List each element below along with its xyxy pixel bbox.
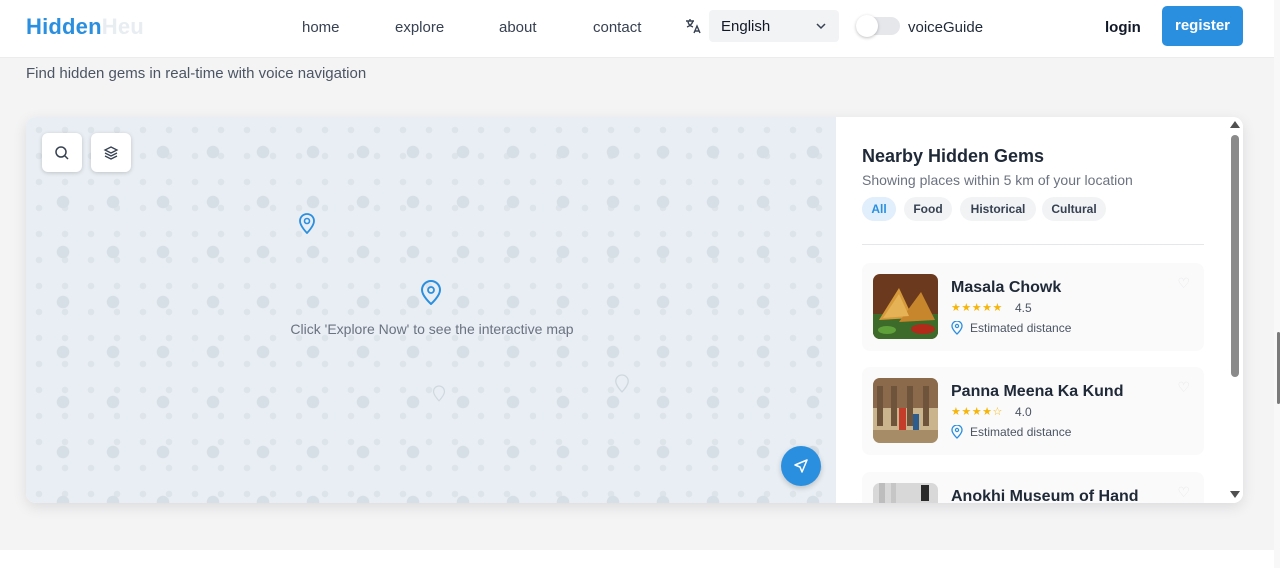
- explore-card: Click 'Explore Now' to see the interacti…: [26, 117, 1243, 503]
- panel-subtitle: Showing places within 5 km of your locat…: [862, 172, 1133, 188]
- place-card[interactable]: Masala Chowk ★★★★★ 4.5 Estimated distanc…: [862, 263, 1204, 351]
- map-placeholder-hint: Click 'Explore Now' to see the interacti…: [290, 321, 574, 337]
- favorite-icon[interactable]: ♡: [1177, 484, 1190, 501]
- voice-guide-toggle[interactable]: [856, 15, 900, 37]
- chevron-down-icon: [816, 23, 826, 30]
- top-header: HiddenHeu home explore about contact Eng…: [0, 0, 1274, 58]
- rating-stars: ★★★★★: [951, 302, 1003, 314]
- filter-chip-all[interactable]: All: [862, 197, 896, 221]
- nav-contact-link[interactable]: contact: [593, 19, 641, 36]
- panel-scrollbar[interactable]: [1227, 117, 1243, 503]
- location-pin-icon: [951, 321, 963, 335]
- place-name: Masala Chowk: [951, 279, 1062, 296]
- panel-divider: [862, 244, 1204, 245]
- layers-icon: [103, 146, 119, 160]
- location-pin-icon: [951, 425, 963, 439]
- filter-chip-historical[interactable]: Historical: [960, 197, 1036, 221]
- place-distance: Estimated distance: [970, 425, 1072, 439]
- place-thumbnail: [873, 274, 938, 339]
- place-distance: Estimated distance: [970, 321, 1072, 335]
- nav-about-link[interactable]: about: [499, 19, 537, 36]
- locate-me-button[interactable]: [781, 446, 821, 486]
- filter-chip-food[interactable]: Food: [904, 197, 952, 221]
- brand-name-primary: Hidden: [26, 14, 102, 39]
- page-tagline: Find hidden gems in real-time with voice…: [26, 65, 367, 82]
- navigation-arrow-icon: [794, 459, 808, 473]
- brand-logo[interactable]: HiddenHeu: [26, 14, 144, 40]
- place-name: Anokhi Museum of Hand: [951, 488, 1139, 503]
- scroll-down-arrow-icon[interactable]: [1230, 491, 1240, 498]
- map-layers-button[interactable]: [91, 133, 131, 172]
- place-thumbnail: [873, 483, 938, 503]
- rating-value: 4.0: [1015, 405, 1032, 419]
- login-button[interactable]: login: [1105, 19, 1141, 36]
- map-pin-icon[interactable]: [298, 212, 316, 234]
- rating-value: 4.5: [1015, 301, 1032, 315]
- map-area[interactable]: Click 'Explore Now' to see the interacti…: [26, 117, 836, 503]
- map-pin-faded-icon: [432, 385, 446, 402]
- favorite-icon[interactable]: ♡: [1177, 275, 1190, 292]
- filter-chip-cultural[interactable]: Cultural: [1042, 197, 1106, 221]
- favorite-icon[interactable]: ♡: [1177, 379, 1190, 396]
- nav-home-link[interactable]: home: [302, 19, 340, 36]
- panel-title: Nearby Hidden Gems: [862, 146, 1045, 166]
- nearby-panel: Nearby Hidden Gems Showing places within…: [836, 117, 1243, 503]
- map-pin-icon[interactable]: [420, 279, 442, 305]
- translate-icon: [686, 19, 701, 34]
- place-name: Panna Meena Ka Kund: [951, 383, 1124, 400]
- language-select[interactable]: English: [709, 10, 839, 42]
- scroll-up-arrow-icon[interactable]: [1230, 121, 1240, 128]
- map-search-button[interactable]: [42, 133, 82, 172]
- panel-scrollbar-thumb[interactable]: [1231, 135, 1239, 377]
- map-pin-faded-icon: [615, 374, 629, 393]
- place-card[interactable]: Panna Meena Ka Kund ★★★★☆ 4.0 Estimated …: [862, 367, 1204, 455]
- language-selected-value: English: [721, 18, 771, 35]
- place-card[interactable]: Anokhi Museum of Hand ♡: [862, 472, 1204, 503]
- footer-band: [0, 550, 1274, 568]
- place-thumbnail: [873, 378, 938, 443]
- nav-explore-link[interactable]: explore: [395, 19, 444, 36]
- register-button[interactable]: register: [1162, 6, 1243, 46]
- brand-name-secondary: Heu: [101, 14, 144, 39]
- toggle-knob: [856, 15, 878, 37]
- page-scrollbar[interactable]: [1274, 0, 1280, 568]
- rating-stars: ★★★★☆: [951, 406, 1003, 418]
- voice-guide-label: voiceGuide: [908, 19, 984, 36]
- search-icon: [55, 146, 69, 160]
